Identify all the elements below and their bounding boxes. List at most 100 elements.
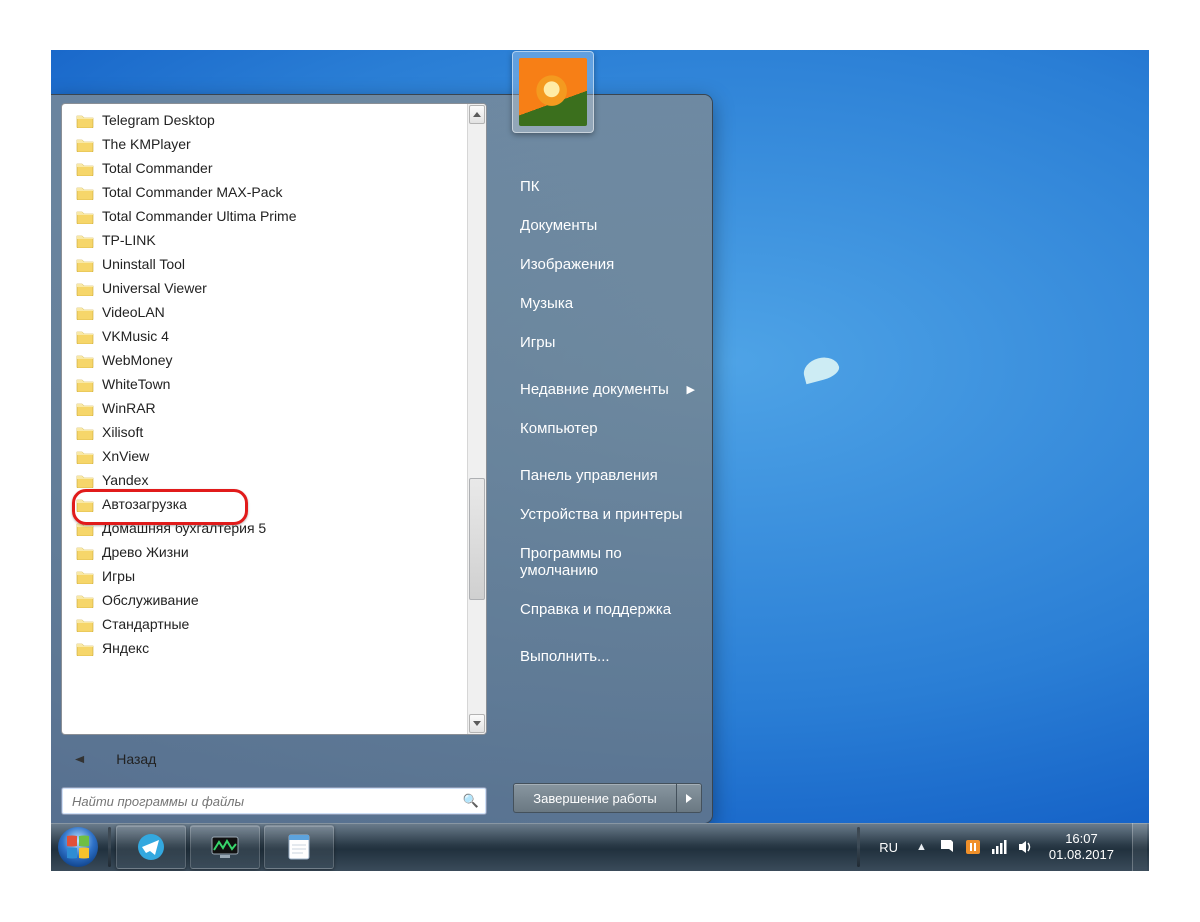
clock[interactable]: 16:07 01.08.2017 <box>1043 831 1122 863</box>
program-folder-item[interactable]: Древо Жизни <box>64 540 467 564</box>
back-label: Назад <box>116 751 156 767</box>
program-folder-label: Uninstall Tool <box>102 256 185 272</box>
start-menu-right-link[interactable]: Справка и поддержка <box>513 590 702 629</box>
right-pane-gap <box>513 448 702 456</box>
program-folder-item[interactable]: Uninstall Tool <box>64 252 467 276</box>
search-input[interactable] <box>61 787 487 815</box>
program-folder-item[interactable]: Автозагрузка <box>64 492 467 516</box>
tray-expand-button[interactable]: ▲ <box>914 841 929 853</box>
show-desktop-button[interactable] <box>1132 823 1147 871</box>
folder-icon <box>76 449 94 464</box>
folder-icon <box>76 545 94 560</box>
start-menu-right-link[interactable]: Недавние документы ▶ <box>513 370 702 409</box>
action-center-icon[interactable] <box>939 839 955 855</box>
folder-icon <box>76 353 94 368</box>
program-folder-item[interactable]: Xilisoft <box>64 420 467 444</box>
program-folder-item[interactable]: VideoLAN <box>64 300 467 324</box>
right-link-label: Панель управления <box>520 467 658 484</box>
taskbar-separator <box>108 827 111 867</box>
program-folder-item[interactable]: WebMoney <box>64 348 467 372</box>
program-folder-label: TP-LINK <box>102 232 156 248</box>
folder-icon <box>76 185 94 200</box>
start-button[interactable] <box>51 823 105 871</box>
start-menu-right-link[interactable]: Компьютер <box>513 409 702 448</box>
right-pane-gap <box>513 629 702 637</box>
language-indicator[interactable]: RU <box>873 838 904 857</box>
program-folder-item[interactable]: Telegram Desktop <box>64 108 467 132</box>
start-menu-right-link[interactable]: Устройства и принтеры <box>513 495 702 534</box>
program-folder-item[interactable]: Universal Viewer <box>64 276 467 300</box>
start-menu-right-link[interactable]: Панель управления <box>513 456 702 495</box>
taskbar-app-notepad[interactable] <box>264 825 334 869</box>
start-menu-right-link[interactable]: Программы по умолчанию <box>513 534 702 590</box>
program-folder-item[interactable]: Total Commander MAX-Pack <box>64 180 467 204</box>
program-folder-item[interactable]: TP-LINK <box>64 228 467 252</box>
start-menu-right-link[interactable]: Изображения <box>513 245 702 284</box>
program-folder-label: The KMPlayer <box>102 136 191 152</box>
program-folder-item[interactable]: Total Commander <box>64 156 467 180</box>
scroll-track[interactable] <box>469 125 485 713</box>
folder-icon <box>76 425 94 440</box>
tray-app-icon[interactable] <box>965 839 981 855</box>
clock-date: 01.08.2017 <box>1049 847 1114 863</box>
volume-icon[interactable] <box>1017 839 1033 855</box>
program-folder-item[interactable]: The KMPlayer <box>64 132 467 156</box>
search-icon: 🔍 <box>463 793 479 809</box>
program-folder-item[interactable]: WinRAR <box>64 396 467 420</box>
right-link-label: Недавние документы <box>520 381 669 398</box>
search-box[interactable]: 🔍 <box>61 787 487 815</box>
start-menu-right-pane: ПКДокументыИзображенияМузыкаИгры Недавние… <box>495 95 712 823</box>
program-folder-label: Домашняя бухгалтерия 5 <box>102 520 266 536</box>
start-menu-right-link[interactable]: Выполнить... <box>513 637 702 676</box>
program-folder-label: Игры <box>102 568 135 584</box>
taskbar-app-monitor[interactable] <box>190 825 260 869</box>
desktop[interactable]: Telegram Desktop The KMPlayer Total Comm… <box>51 50 1149 871</box>
right-link-label: Выполнить... <box>520 648 610 665</box>
start-menu-left-pane: Telegram Desktop The KMPlayer Total Comm… <box>61 103 487 815</box>
folder-icon <box>76 377 94 392</box>
program-folder-item[interactable]: Yandex <box>64 468 467 492</box>
start-menu: Telegram Desktop The KMPlayer Total Comm… <box>51 95 712 823</box>
folder-icon <box>76 161 94 176</box>
scroll-thumb[interactable] <box>469 478 485 600</box>
start-menu-right-link[interactable]: Документы <box>513 206 702 245</box>
program-folder-label: Стандартные <box>102 616 189 632</box>
all-programs-panel: Telegram Desktop The KMPlayer Total Comm… <box>61 103 487 735</box>
scroll-up-button[interactable] <box>469 105 485 124</box>
program-folder-item[interactable]: Обслуживание <box>64 588 467 612</box>
folder-icon <box>76 617 94 632</box>
start-menu-right-link[interactable]: ПК <box>513 167 702 206</box>
program-folder-item[interactable]: Игры <box>64 564 467 588</box>
program-folder-item[interactable]: Total Commander Ultima Prime <box>64 204 467 228</box>
shutdown-button[interactable]: Завершение работы <box>513 783 676 813</box>
right-link-label: Устройства и принтеры <box>520 506 682 523</box>
program-folder-item[interactable]: VKMusic 4 <box>64 324 467 348</box>
start-menu-right-link[interactable]: Музыка <box>513 284 702 323</box>
back-button[interactable]: ◀ Назад <box>61 739 487 779</box>
program-folder-label: Xilisoft <box>102 424 143 440</box>
program-folder-item[interactable]: XnView <box>64 444 467 468</box>
folder-icon <box>76 257 94 272</box>
network-icon[interactable] <box>991 839 1007 855</box>
shutdown-options-button[interactable] <box>676 783 702 813</box>
scroll-down-button[interactable] <box>469 714 485 733</box>
shutdown-row: Завершение работы <box>513 783 702 813</box>
start-menu-right-link[interactable]: Игры <box>513 323 702 362</box>
folder-icon <box>76 401 94 416</box>
program-folder-item[interactable]: Домашняя бухгалтерия 5 <box>64 516 467 540</box>
folder-icon <box>76 305 94 320</box>
program-folder-item[interactable]: Стандартные <box>64 612 467 636</box>
program-folder-label: Яндекс <box>102 640 149 656</box>
folder-icon <box>76 281 94 296</box>
folder-icon <box>76 521 94 536</box>
taskbar-app-telegram[interactable] <box>116 825 186 869</box>
program-folder-label: Total Commander MAX-Pack <box>102 184 283 200</box>
submenu-arrow-icon: ▶ <box>687 383 695 396</box>
program-folder-item[interactable]: WhiteTown <box>64 372 467 396</box>
program-folder-label: WinRAR <box>102 400 156 416</box>
programs-scrollbar[interactable] <box>467 104 486 734</box>
program-folder-label: WebMoney <box>102 352 173 368</box>
right-link-label: Справка и поддержка <box>520 601 671 618</box>
folder-icon <box>76 233 94 248</box>
program-folder-item[interactable]: Яндекс <box>64 636 467 660</box>
